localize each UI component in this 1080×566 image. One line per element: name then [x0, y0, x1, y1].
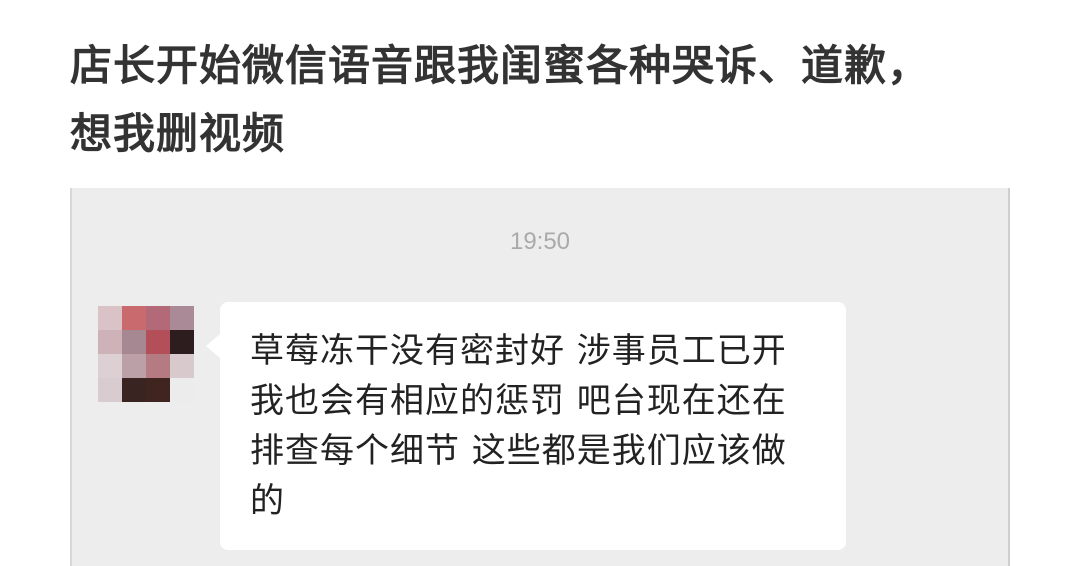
- avatar-pixel: [98, 378, 122, 402]
- avatar-pixel: [122, 354, 146, 378]
- message-bubble[interactable]: 草莓冻干没有密封好 涉事员工已开 我也会有相应的惩罚 吧台现在还在排查每个细节 …: [206, 302, 846, 550]
- avatar-pixel: [98, 330, 122, 354]
- chat-screenshot: 19:50 草莓冻干没有密封好 涉事员工已开 我也会有相应的惩罚 吧台现在还在排…: [70, 188, 1010, 566]
- avatar-pixel: [122, 378, 146, 402]
- avatar-pixel: [146, 306, 170, 330]
- avatar-pixel: [146, 354, 170, 378]
- avatar-pixel: [170, 306, 194, 330]
- avatar-pixel: [122, 330, 146, 354]
- post-caption: 店长开始微信语音跟我闺蜜各种哭诉、道歉，想我删视频: [70, 41, 931, 158]
- avatar-pixel: [146, 330, 170, 354]
- avatar-pixel: [170, 354, 194, 378]
- avatar-pixel: [122, 306, 146, 330]
- avatar-pixel: [170, 378, 194, 402]
- avatar-pixel: [98, 354, 122, 378]
- sender-avatar[interactable]: [98, 306, 194, 402]
- avatar-pixel: [98, 306, 122, 330]
- avatar-pixel: [170, 330, 194, 354]
- avatar-pixel: [146, 378, 170, 402]
- message-timestamp: 19:50: [509, 228, 571, 255]
- message-text: 草莓冻干没有密封好 涉事员工已开 我也会有相应的惩罚 吧台现在还在排查每个细节 …: [250, 331, 787, 521]
